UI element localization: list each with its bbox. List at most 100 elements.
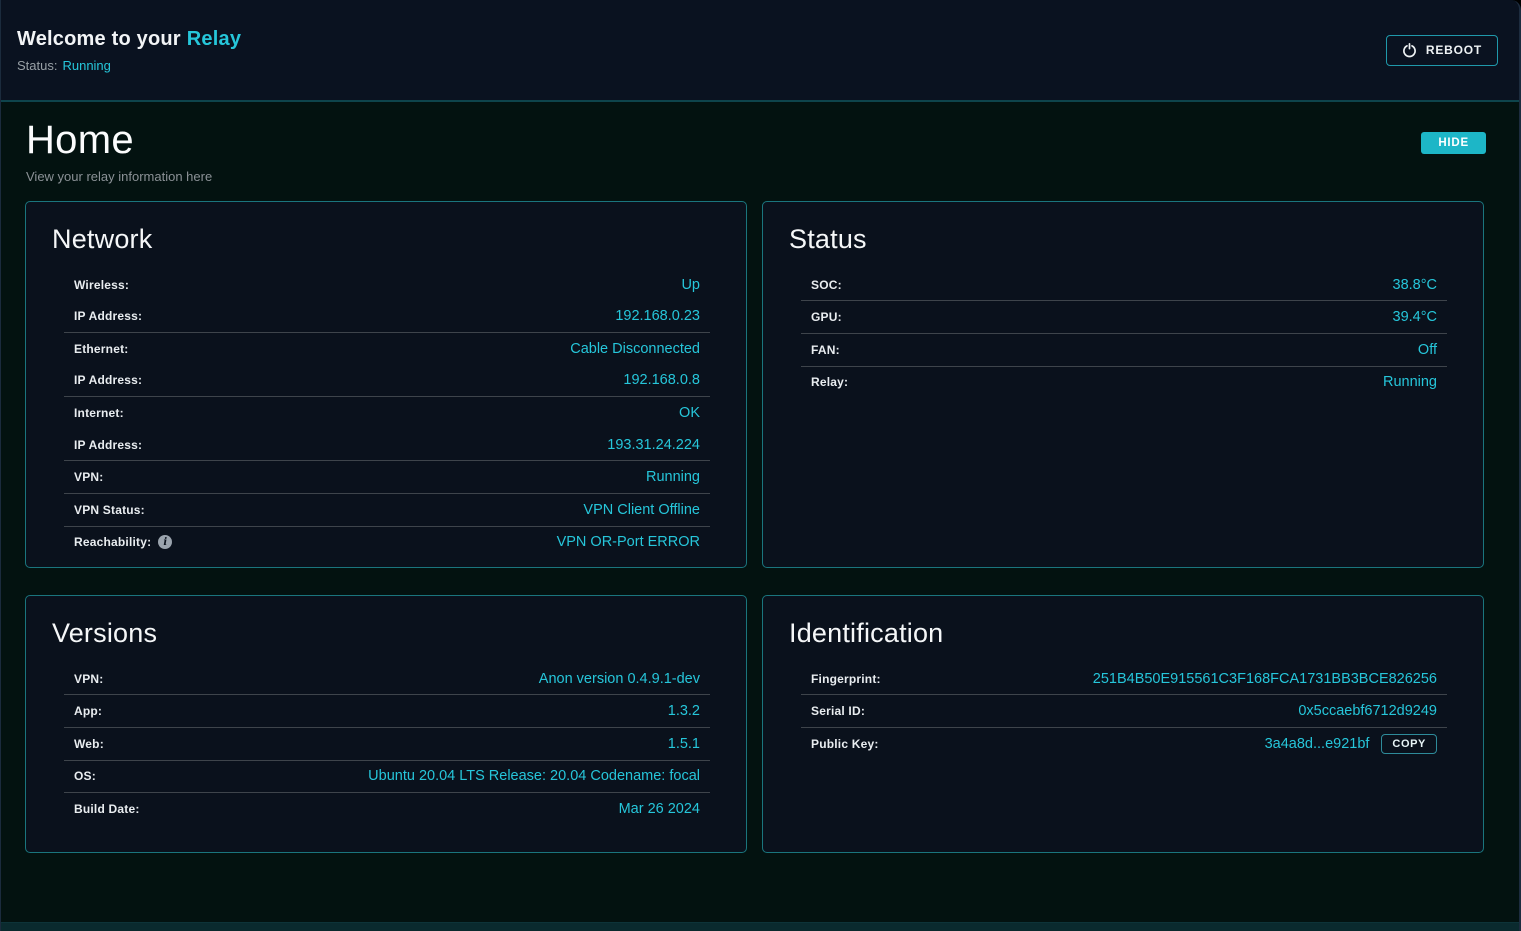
info-row: Serial ID: 0x5ccaebf6712d9249 <box>811 695 1437 727</box>
row-value: 0x5ccaebf6712d9249 <box>1298 703 1437 719</box>
info-row: GPU: 39.4°C <box>811 301 1437 333</box>
info-row: OS: Ubuntu 20.04 LTS Release: 20.04 Code… <box>74 761 700 793</box>
row-value-wrap: 38.8°C <box>1393 277 1438 293</box>
welcome-title-text: Welcome to your <box>17 28 181 50</box>
card-versions: Versions VPN: Anon version 0.4.9.1-dev A… <box>25 595 747 853</box>
row-value-wrap: 1.5.1 <box>668 736 700 752</box>
card-status: Status SOC: 38.8°C GPU: 39.4°C FAN: Off <box>762 201 1484 568</box>
row-label-wrap: IP Address: <box>74 373 142 387</box>
info-row: FAN: Off <box>811 334 1437 366</box>
row-value-wrap: VPN Client Offline <box>583 502 700 518</box>
card-rows: SOC: 38.8°C GPU: 39.4°C FAN: Off Relay: <box>763 267 1483 398</box>
row-label-wrap: Ethernet: <box>74 342 128 356</box>
row-label-wrap: GPU: <box>811 310 842 324</box>
info-row: Build Date: Mar 26 2024 <box>74 793 700 825</box>
row-value: Ubuntu 20.04 LTS Release: 20.04 Codename… <box>368 768 700 784</box>
row-label: VPN: <box>74 672 103 686</box>
row-value-wrap: 193.31.24.224 <box>607 437 700 453</box>
power-icon <box>1402 43 1417 58</box>
row-label-wrap: Public Key: <box>811 737 879 751</box>
page-subtitle: View your relay information here <box>26 169 212 184</box>
hide-button[interactable]: HIDE <box>1421 132 1486 154</box>
row-value: Off <box>1418 342 1437 358</box>
row-value-wrap: 3a4a8d...e921bf COPY <box>1265 734 1437 754</box>
info-row: VPN: Anon version 0.4.9.1-dev <box>74 663 700 695</box>
row-label: Internet: <box>74 406 124 420</box>
row-label: GPU: <box>811 310 842 324</box>
row-label: Relay: <box>811 375 848 389</box>
row-label-wrap: Internet: <box>74 406 124 420</box>
row-label: IP Address: <box>74 309 142 323</box>
row-label: Ethernet: <box>74 342 128 356</box>
row-label-wrap: Web: <box>74 737 104 751</box>
row-label-wrap: Reachability: i <box>74 535 172 549</box>
row-label-wrap: Relay: <box>811 375 848 389</box>
card-title: Identification <box>789 618 1483 649</box>
row-label: VPN Status: <box>74 503 145 517</box>
status-label: Status: <box>17 58 57 73</box>
row-value-wrap: Running <box>1383 374 1437 390</box>
row-value: Running <box>646 469 700 485</box>
card-identification: Identification Fingerprint: 251B4B50E915… <box>762 595 1484 853</box>
card-title: Versions <box>52 618 746 649</box>
row-label: Build Date: <box>74 802 140 816</box>
row-value: VPN OR-Port ERROR <box>557 534 700 550</box>
page-head: Home View your relay information here HI… <box>1 102 1519 184</box>
row-label-wrap: IP Address: <box>74 309 142 323</box>
card-rows: Wireless: Up IP Address: 192.168.0.23 Et… <box>26 267 746 558</box>
info-icon[interactable]: i <box>158 535 172 549</box>
row-label-wrap: SOC: <box>811 278 842 292</box>
row-value-wrap: Off <box>1418 342 1437 358</box>
cards-grid: Network Wireless: Up IP Address: 192.168… <box>25 201 1484 853</box>
info-row: Wireless: Up <box>74 269 700 301</box>
info-row: Fingerprint: 251B4B50E915561C3F168FCA173… <box>811 663 1437 695</box>
info-row: Public Key: 3a4a8d...e921bf COPY <box>811 728 1437 760</box>
info-row: VPN Status: VPN Client Offline <box>74 494 700 526</box>
card-network: Network Wireless: Up IP Address: 192.168… <box>25 201 747 568</box>
info-row: Internet: OK <box>74 397 700 429</box>
info-row: Web: 1.5.1 <box>74 728 700 760</box>
row-value: 39.4°C <box>1393 309 1438 325</box>
row-value-wrap: 192.168.0.8 <box>623 372 700 388</box>
info-row: VPN: Running <box>74 461 700 493</box>
app-window: Welcome to yourRelay Status: Running REBO… <box>0 0 1521 931</box>
row-label: Web: <box>74 737 104 751</box>
row-label-wrap: Wireless: <box>74 278 129 292</box>
row-label: Wireless: <box>74 278 129 292</box>
row-value-wrap: OK <box>679 405 700 421</box>
row-value-wrap: Cable Disconnected <box>570 341 700 357</box>
row-value-wrap: Running <box>646 469 700 485</box>
welcome-title: Welcome to yourRelay <box>17 28 241 51</box>
row-label-wrap: Serial ID: <box>811 704 865 718</box>
row-label: SOC: <box>811 278 842 292</box>
page-title: Home <box>26 118 212 163</box>
footer-strip <box>1 922 1519 931</box>
card-title: Status <box>789 224 1483 255</box>
row-label: Fingerprint: <box>811 672 881 686</box>
row-value: Up <box>681 277 700 293</box>
row-value-wrap: 1.3.2 <box>668 703 700 719</box>
row-label-wrap: FAN: <box>811 343 840 357</box>
card-rows: VPN: Anon version 0.4.9.1-dev App: 1.3.2… <box>26 661 746 825</box>
row-label-wrap: Fingerprint: <box>811 672 881 686</box>
status-value: Running <box>62 58 110 73</box>
row-label: VPN: <box>74 470 103 484</box>
row-value: VPN Client Offline <box>583 502 700 518</box>
row-value-wrap: Mar 26 2024 <box>619 801 700 817</box>
row-value: 192.168.0.23 <box>615 308 700 324</box>
row-value: 1.5.1 <box>668 736 700 752</box>
reboot-button[interactable]: REBOOT <box>1386 35 1498 66</box>
row-label: Serial ID: <box>811 704 865 718</box>
row-label: OS: <box>74 769 96 783</box>
row-value-wrap: VPN OR-Port ERROR <box>557 534 700 550</box>
card-rows: Fingerprint: 251B4B50E915561C3F168FCA173… <box>763 661 1483 760</box>
card-title: Network <box>52 224 746 255</box>
row-value: Running <box>1383 374 1437 390</box>
row-label: Reachability: <box>74 535 151 549</box>
row-value: 1.3.2 <box>668 703 700 719</box>
copy-button[interactable]: COPY <box>1381 734 1437 754</box>
row-label-wrap: VPN Status: <box>74 503 145 517</box>
row-label-wrap: OS: <box>74 769 96 783</box>
info-row: IP Address: 192.168.0.8 <box>74 365 700 397</box>
info-row: SOC: 38.8°C <box>811 269 1437 301</box>
